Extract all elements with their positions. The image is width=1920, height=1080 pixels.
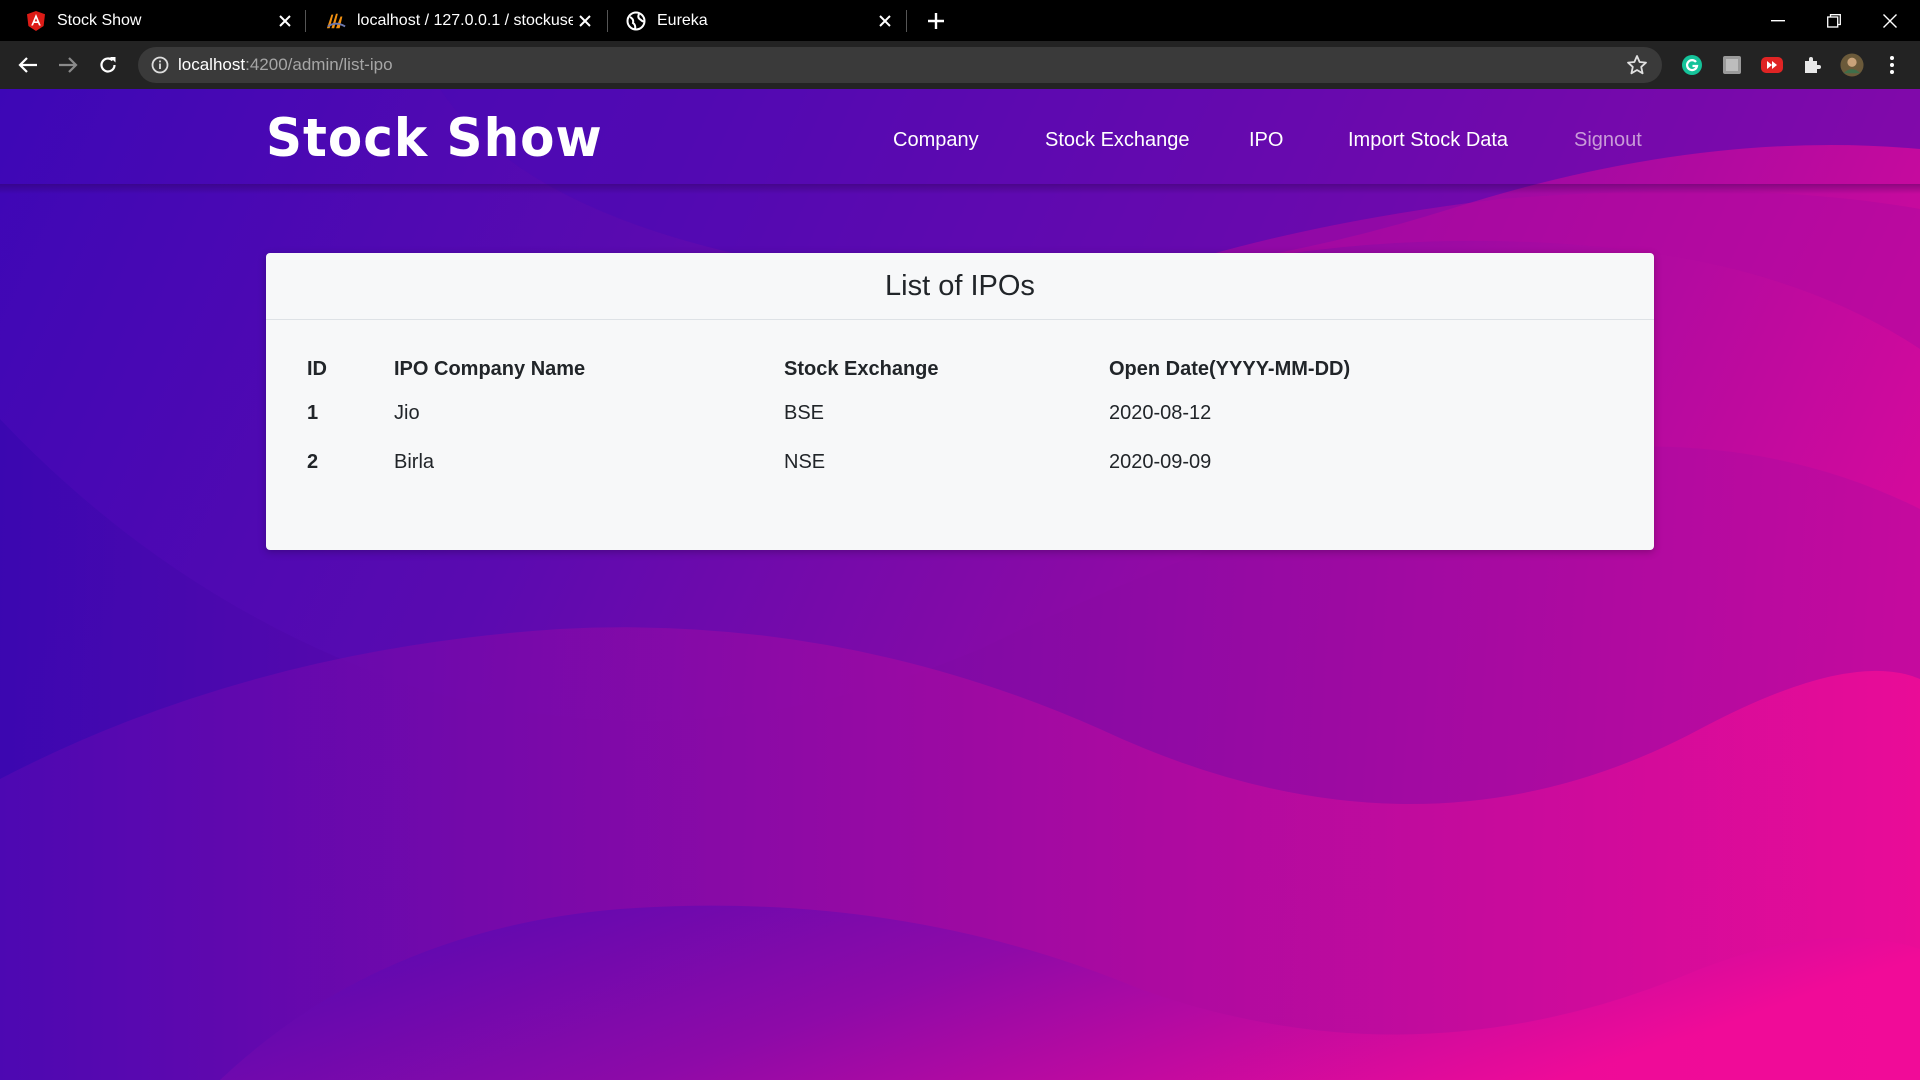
globe-icon: [626, 11, 646, 31]
app-navbar: Stock Show Company Stock Exchange IPO Im…: [0, 89, 1920, 194]
close-icon[interactable]: [573, 9, 597, 33]
table-row: 2 Birla NSE 2020-09-09: [307, 436, 1409, 489]
column-header-company: IPO Company Name: [394, 357, 586, 380]
profile-avatar[interactable]: [1840, 53, 1864, 77]
tab-title: Eureka: [657, 11, 708, 29]
cell-open-date: 2020-08-12: [1109, 402, 1212, 424]
tab-title: Stock Show: [57, 11, 142, 29]
url-path: :4200/admin/list-ipo: [245, 55, 393, 74]
close-icon[interactable]: [873, 9, 897, 33]
cell-company: Birla: [394, 451, 435, 473]
youtube-extension-icon[interactable]: [1760, 53, 1784, 77]
column-header-exchange: Stock Exchange: [784, 357, 939, 380]
cell-id: 1: [307, 402, 319, 424]
tab-eureka[interactable]: Eureka: [600, 0, 905, 41]
cell-id: 2: [307, 451, 319, 473]
page-viewport: Stock Show Company Stock Exchange IPO Im…: [0, 89, 1920, 1080]
cell-open-date: 2020-09-09: [1109, 451, 1212, 473]
ipo-list-card: List of IPOs ID IPO Company Name Stock E…: [266, 253, 1654, 550]
address-bar[interactable]: localhost:4200/admin/list-ipo: [138, 47, 1662, 83]
site-info-icon[interactable]: [150, 55, 170, 75]
angular-icon: [26, 10, 46, 31]
tab-phpmyadmin[interactable]: localhost / 127.0.0.1 / stockuser /: [300, 0, 605, 41]
cell-company: Jio: [394, 402, 420, 424]
phpmyadmin-icon: [326, 11, 346, 31]
table-row: 1 Jio BSE 2020-08-12: [307, 383, 1409, 436]
new-tab-button[interactable]: [923, 8, 949, 34]
wave-background: [0, 89, 1920, 1080]
browser-tab-bar: Stock Show localhost / 127.0.0.1 / stock…: [0, 0, 1920, 41]
forward-button[interactable]: [54, 51, 82, 79]
url-host: localhost: [178, 55, 246, 74]
tab-divider: [906, 10, 907, 32]
navbar-shadow: [0, 184, 1920, 194]
tab-title: localhost / 127.0.0.1 / stockuser /: [357, 11, 573, 29]
nav-link-stock-exchange[interactable]: Stock Exchange: [1045, 129, 1190, 152]
puzzle-extensions-icon[interactable]: [1800, 53, 1824, 77]
url-text[interactable]: localhost:4200/admin/list-ipo: [178, 55, 393, 75]
card-title: List of IPOs: [885, 269, 1035, 302]
column-header-open-date: Open Date(YYYY-MM-DD): [1109, 357, 1351, 380]
close-window-button[interactable]: [1862, 0, 1918, 41]
more-menu-icon[interactable]: [1880, 53, 1904, 77]
nav-link-signout[interactable]: Signout: [1574, 129, 1642, 152]
brand-logo[interactable]: Stock Show: [266, 108, 603, 169]
restore-button[interactable]: [1806, 0, 1862, 41]
grammarly-icon[interactable]: [1680, 53, 1704, 77]
tab-stock-show[interactable]: Stock Show: [0, 0, 305, 41]
minimize-button[interactable]: [1750, 0, 1806, 41]
bookmark-star-icon[interactable]: [1626, 54, 1648, 76]
back-button[interactable]: [14, 51, 42, 79]
nav-link-import-stock-data[interactable]: Import Stock Data: [1348, 129, 1508, 152]
cell-exchange: NSE: [784, 451, 826, 473]
cell-exchange: BSE: [784, 402, 825, 424]
ipo-table: ID IPO Company Name Stock Exchange Open …: [307, 355, 1409, 489]
nav-link-ipo[interactable]: IPO: [1249, 129, 1283, 152]
nav-link-company[interactable]: Company: [893, 129, 979, 152]
extension-icon[interactable]: [1720, 53, 1744, 77]
table-header-row: ID IPO Company Name Stock Exchange Open …: [307, 355, 1409, 383]
reload-button[interactable]: [94, 51, 122, 79]
close-icon[interactable]: [273, 9, 297, 33]
column-header-id: ID: [307, 357, 327, 380]
card-header: List of IPOs: [266, 253, 1654, 320]
browser-toolbar: localhost:4200/admin/list-ipo: [0, 41, 1920, 89]
